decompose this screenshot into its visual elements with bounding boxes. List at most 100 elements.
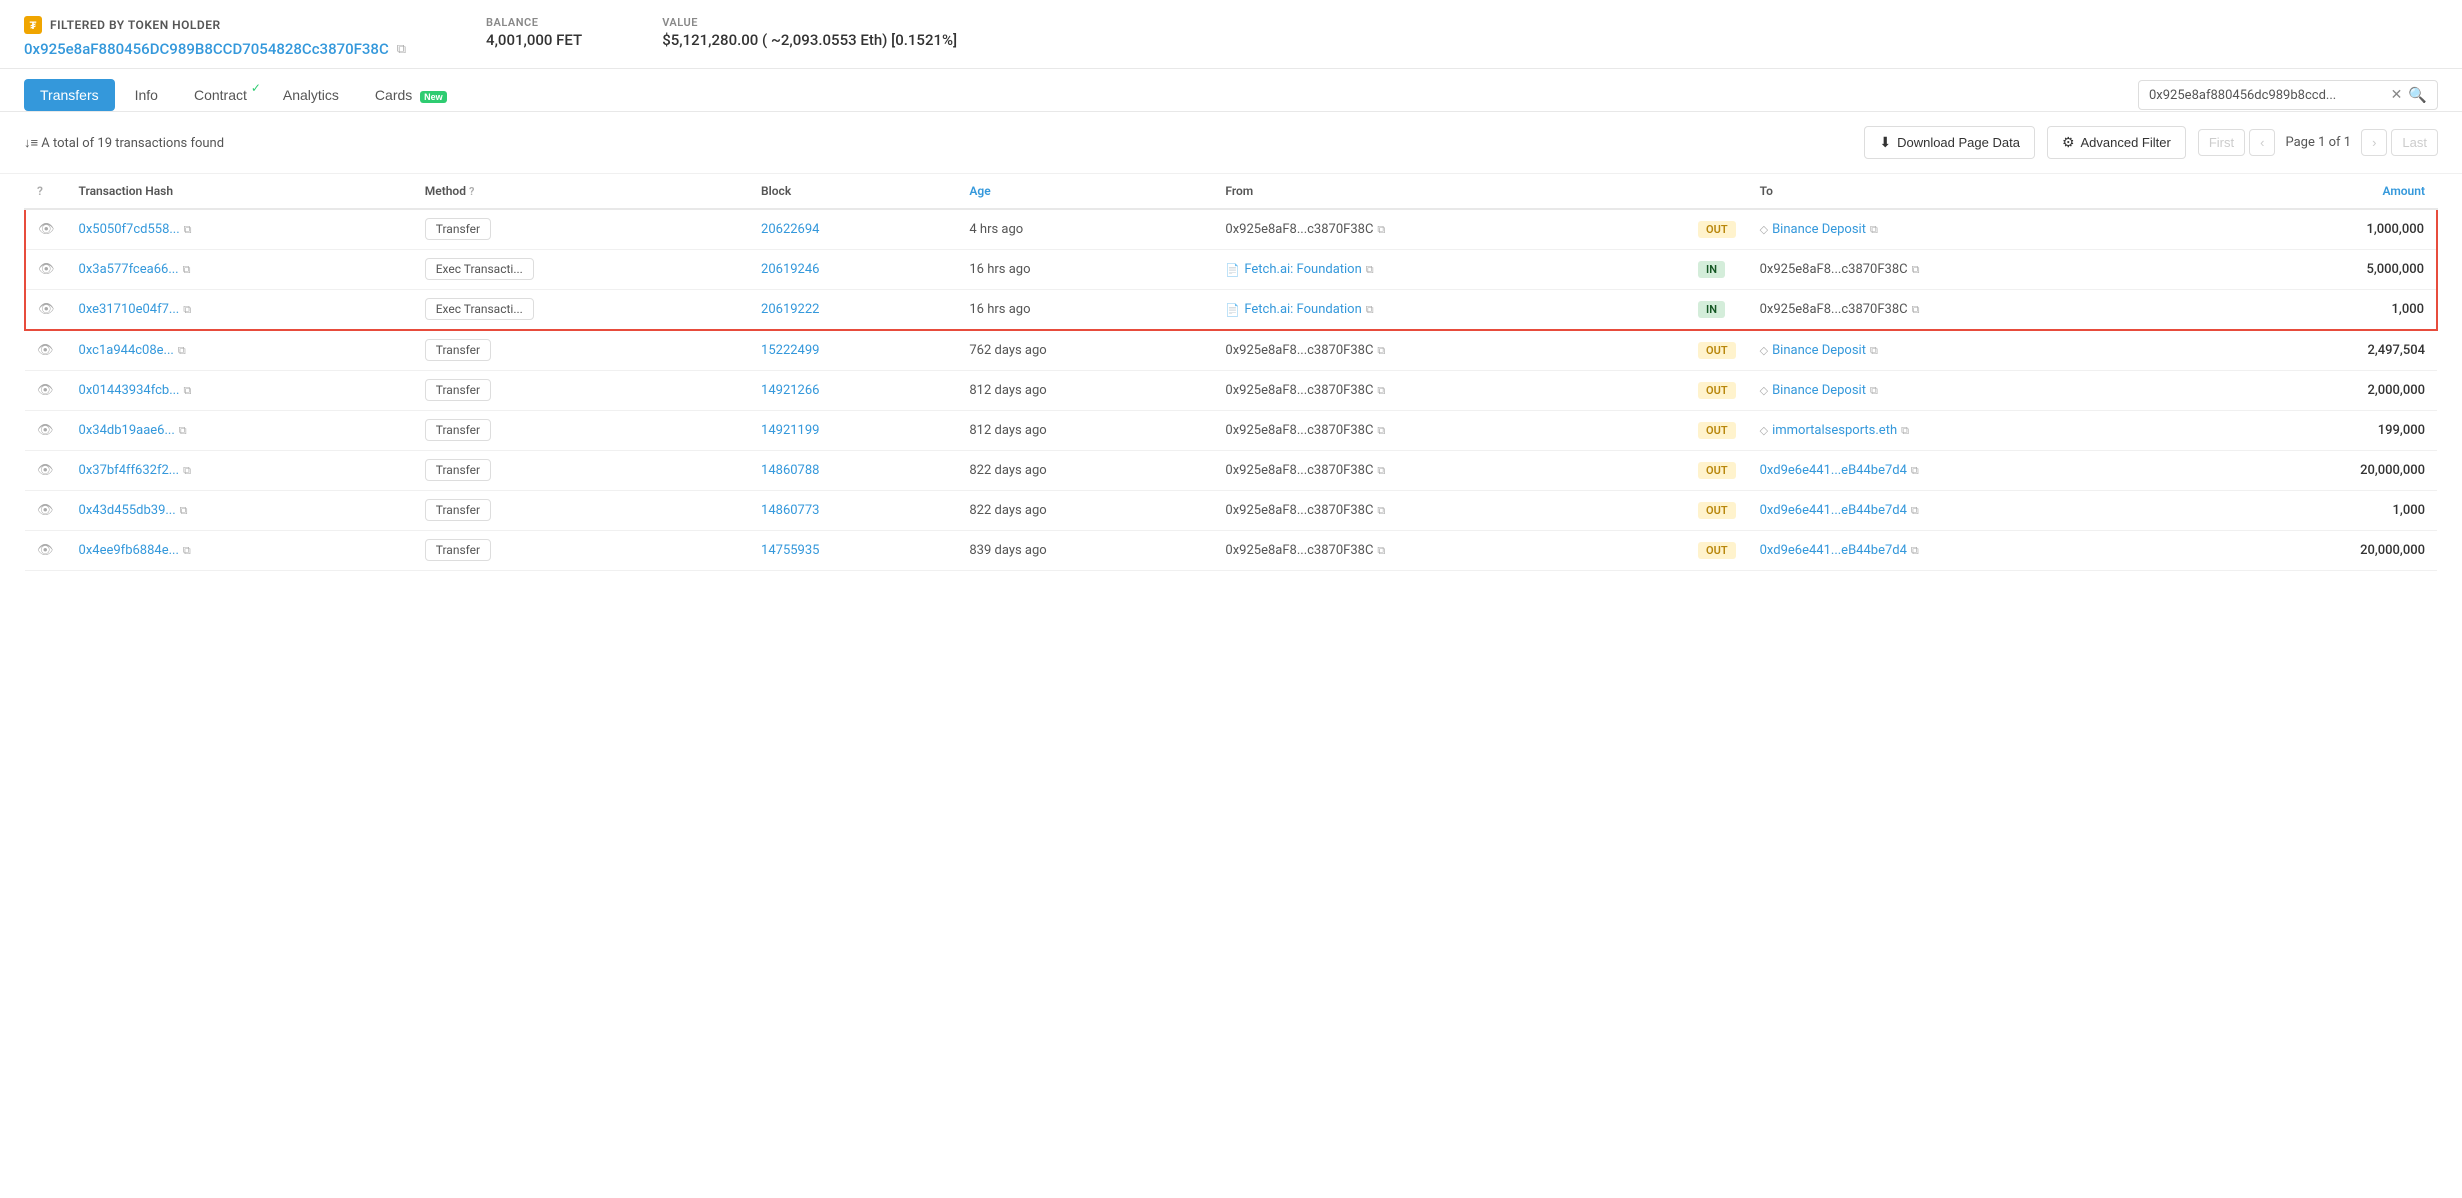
- to-named-link[interactable]: Binance Deposit: [1772, 343, 1866, 358]
- to-ens-link[interactable]: immortalsesports.eth: [1772, 423, 1897, 438]
- to-address-link[interactable]: 0xd9e6e441...eB44be7d4: [1760, 503, 1907, 518]
- from-named-link[interactable]: Fetch.ai: Foundation: [1244, 302, 1361, 317]
- copy-address-icon[interactable]: ⧉: [397, 42, 406, 57]
- eye-icon[interactable]: 👁: [37, 343, 54, 358]
- copy-from-icon[interactable]: ⧉: [1366, 303, 1374, 317]
- copy-to-icon[interactable]: ⧉: [1911, 504, 1919, 518]
- copy-from-icon[interactable]: ⧉: [1377, 424, 1385, 438]
- copy-from-icon[interactable]: ⧉: [1377, 544, 1385, 558]
- to-address: 0x925e8aF8...c3870F38C: [1760, 262, 1908, 277]
- tx-hash-link[interactable]: 0x5050f7cd558...: [79, 222, 180, 237]
- copy-to-icon[interactable]: ⧉: [1911, 464, 1919, 478]
- eye-icon[interactable]: 👁: [37, 383, 54, 398]
- tab-analytics[interactable]: Analytics: [267, 79, 355, 111]
- tab-cards[interactable]: Cards New: [359, 79, 463, 111]
- tabs-row: Transfers Info Contract ✓ Analytics Card…: [0, 69, 2462, 112]
- to-address-link[interactable]: 0xd9e6e441...eB44be7d4: [1760, 543, 1907, 558]
- first-page-button[interactable]: First: [2198, 129, 2245, 156]
- block-link[interactable]: 15222499: [761, 343, 819, 358]
- method-badge: Exec Transacti...: [425, 298, 534, 320]
- copy-to-icon[interactable]: ⧉: [1912, 303, 1920, 317]
- block-link[interactable]: 14921199: [761, 423, 819, 438]
- download-button[interactable]: ⬇ Download Page Data: [1864, 126, 2035, 159]
- table-row: 👁0x37bf4ff632f2...⧉Transfer14860788822 d…: [25, 451, 2437, 491]
- tx-hash-link[interactable]: 0x37bf4ff632f2...: [79, 463, 180, 478]
- to-named-link[interactable]: Binance Deposit: [1772, 222, 1866, 237]
- direction-badge: OUT: [1698, 462, 1736, 479]
- from-address: 0x925e8aF8...c3870F38C: [1225, 463, 1373, 478]
- col-to: To: [1748, 174, 2213, 209]
- from-address: 0x925e8aF8...c3870F38C: [1225, 383, 1373, 398]
- copy-hash-icon[interactable]: ⧉: [183, 464, 191, 478]
- copy-to-icon[interactable]: ⧉: [1870, 344, 1878, 358]
- transactions-table: ? Transaction Hash Method ? Block Age Fr…: [0, 174, 2462, 571]
- filter-icon: ⚙: [2062, 134, 2075, 151]
- copy-to-icon[interactable]: ⧉: [1901, 424, 1909, 438]
- tab-transfers[interactable]: Transfers: [24, 79, 115, 111]
- tab-info[interactable]: Info: [119, 79, 174, 111]
- address-link[interactable]: 0x925e8aF880456DC989B8CCD7054828Cc3870F3…: [24, 40, 389, 58]
- download-label: Download Page Data: [1897, 135, 2020, 150]
- age-text: 812 days ago: [969, 423, 1046, 438]
- from-named-link[interactable]: Fetch.ai: Foundation: [1244, 262, 1361, 277]
- copy-hash-icon[interactable]: ⧉: [180, 504, 188, 518]
- copy-hash-icon[interactable]: ⧉: [184, 223, 192, 237]
- copy-hash-icon[interactable]: ⧉: [183, 303, 191, 317]
- filter-button[interactable]: ⚙ Advanced Filter: [2047, 126, 2186, 159]
- block-link[interactable]: 14860773: [761, 503, 819, 518]
- copy-from-icon[interactable]: ⧉: [1377, 223, 1385, 237]
- block-link[interactable]: 14755935: [761, 543, 819, 558]
- copy-hash-icon[interactable]: ⧉: [178, 344, 186, 358]
- tx-hash-link[interactable]: 0x34db19aae6...: [79, 423, 175, 438]
- last-page-button[interactable]: Last: [2391, 129, 2438, 156]
- ens-icon: ◇: [1760, 424, 1768, 437]
- copy-hash-icon[interactable]: ⧉: [179, 424, 187, 438]
- age-text: 762 days ago: [969, 343, 1046, 358]
- tx-hash-link[interactable]: 0xe31710e04f7...: [79, 302, 180, 317]
- copy-hash-icon[interactable]: ⧉: [183, 544, 191, 558]
- copy-from-icon[interactable]: ⧉: [1377, 344, 1385, 358]
- to-address-link[interactable]: 0xd9e6e441...eB44be7d4: [1760, 463, 1907, 478]
- eye-icon[interactable]: 👁: [38, 262, 55, 277]
- to-address: 0x925e8aF8...c3870F38C: [1760, 302, 1908, 317]
- from-address: 0x925e8aF8...c3870F38C: [1225, 503, 1373, 518]
- search-icon[interactable]: 🔍: [2408, 86, 2427, 104]
- copy-to-icon[interactable]: ⧉: [1912, 263, 1920, 277]
- eye-icon[interactable]: 👁: [38, 302, 55, 317]
- copy-from-icon[interactable]: ⧉: [1377, 464, 1385, 478]
- eye-icon[interactable]: 👁: [37, 423, 54, 438]
- tab-contract[interactable]: Contract ✓: [178, 79, 263, 111]
- next-page-button[interactable]: ›: [2361, 129, 2387, 156]
- copy-from-icon[interactable]: ⧉: [1377, 504, 1385, 518]
- from-address: 0x925e8aF8...c3870F38C: [1225, 343, 1373, 358]
- tx-hash-link[interactable]: 0x43d455db39...: [79, 503, 176, 518]
- tx-hash-link[interactable]: 0xc1a944c08e...: [79, 343, 174, 358]
- tx-hash-link[interactable]: 0x3a577fcea66...: [79, 262, 179, 277]
- col-amount: Amount: [2212, 174, 2437, 209]
- tx-hash-link[interactable]: 0x01443934fcb...: [79, 383, 180, 398]
- copy-to-icon[interactable]: ⧉: [1911, 544, 1919, 558]
- block-link[interactable]: 20622694: [761, 222, 819, 237]
- age-text: 839 days ago: [969, 543, 1046, 558]
- copy-to-icon[interactable]: ⧉: [1870, 384, 1878, 398]
- prev-page-button[interactable]: ‹: [2249, 129, 2275, 156]
- block-link[interactable]: 20619246: [761, 262, 819, 277]
- copy-to-icon[interactable]: ⧉: [1870, 223, 1878, 237]
- search-close-icon[interactable]: ✕: [2391, 87, 2403, 103]
- block-link[interactable]: 20619222: [761, 302, 819, 317]
- copy-from-icon[interactable]: ⧉: [1366, 263, 1374, 277]
- copy-from-icon[interactable]: ⧉: [1377, 384, 1385, 398]
- block-link[interactable]: 14921266: [761, 383, 819, 398]
- eye-icon[interactable]: 👁: [38, 222, 55, 237]
- eye-icon[interactable]: 👁: [37, 543, 54, 558]
- copy-hash-icon[interactable]: ⧉: [183, 384, 191, 398]
- table-row: 👁0x3a577fcea66...⧉Exec Transacti...20619…: [25, 250, 2437, 290]
- tx-hash-link[interactable]: 0x4ee9fb6884e...: [79, 543, 179, 558]
- age-text: 16 hrs ago: [969, 262, 1030, 277]
- diamond-icon: ◇: [1760, 384, 1768, 397]
- eye-icon[interactable]: 👁: [37, 463, 54, 478]
- block-link[interactable]: 14860788: [761, 463, 819, 478]
- copy-hash-icon[interactable]: ⧉: [183, 263, 191, 277]
- to-named-link[interactable]: Binance Deposit: [1772, 383, 1866, 398]
- eye-icon[interactable]: 👁: [37, 503, 54, 518]
